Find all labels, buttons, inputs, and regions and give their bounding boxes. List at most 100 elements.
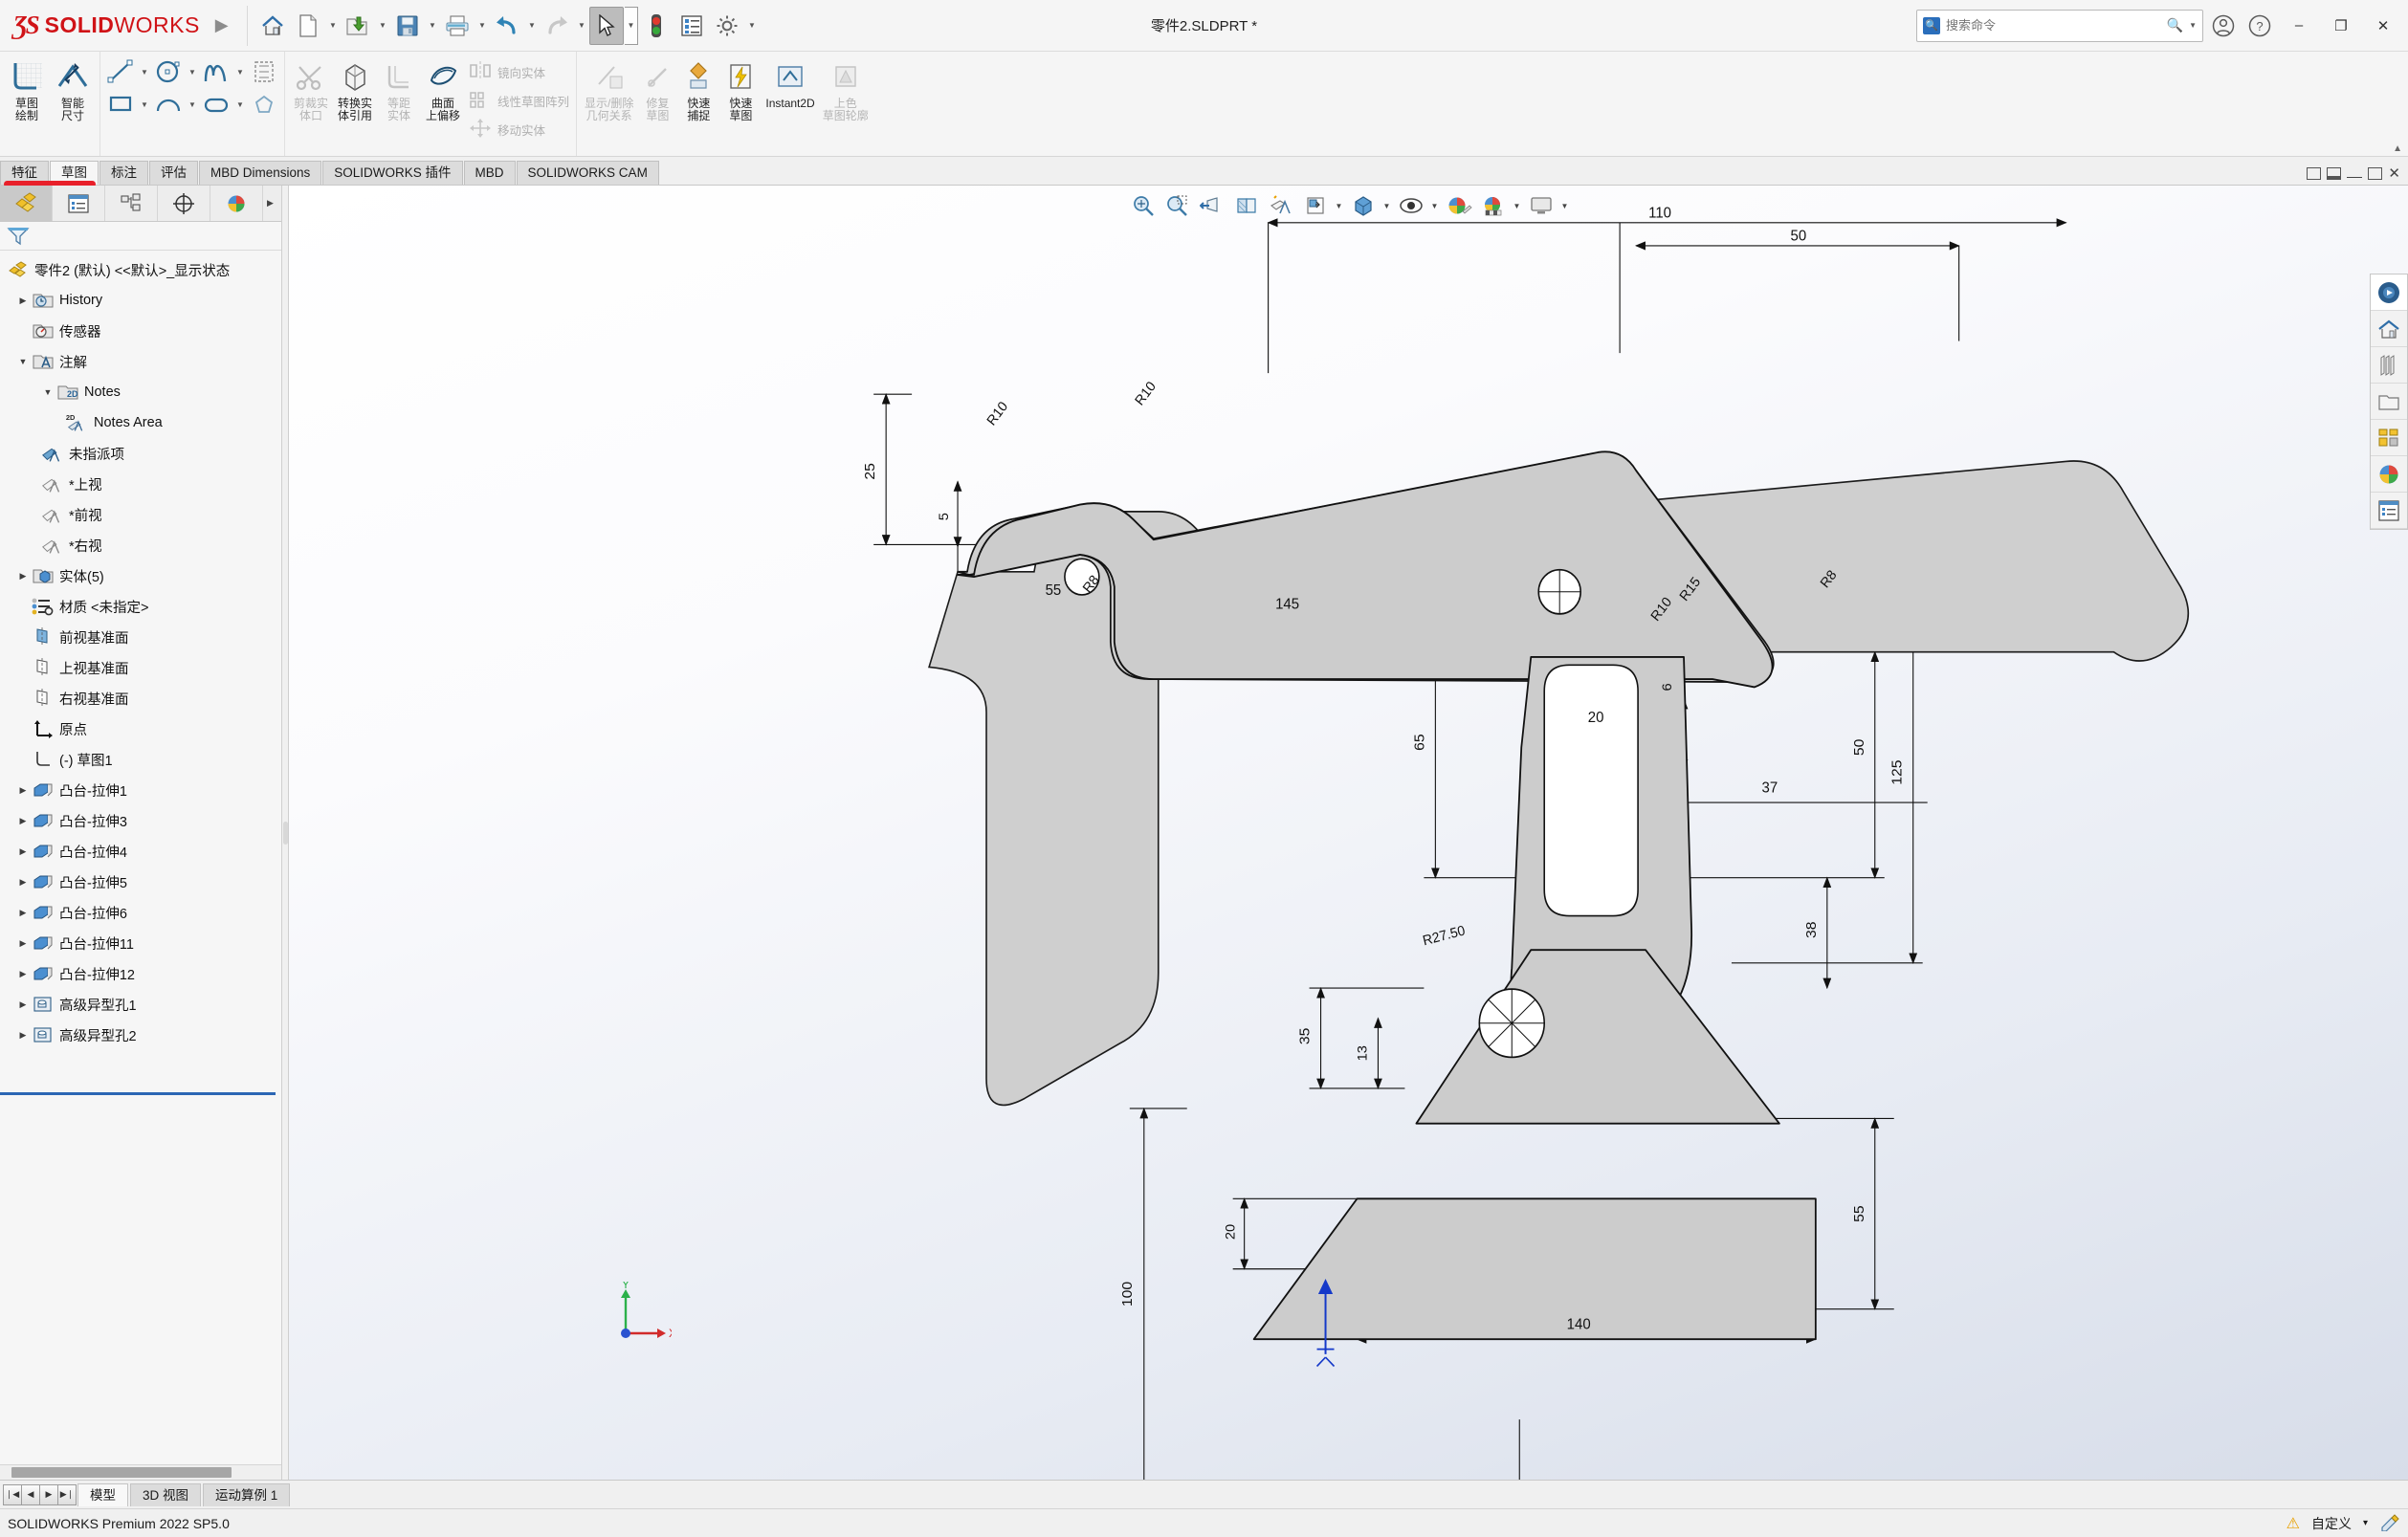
expander-icon[interactable]: ▶ xyxy=(15,938,31,949)
undo-icon[interactable] xyxy=(490,7,524,45)
expander-icon[interactable]: ▶ xyxy=(15,908,31,918)
spline-caret-icon[interactable]: ▼ xyxy=(234,68,246,77)
3d-experience-icon[interactable] xyxy=(2371,274,2407,311)
tab-mbd-dimensions[interactable]: MBD Dimensions xyxy=(199,161,322,185)
home-icon[interactable] xyxy=(255,7,290,45)
tree-item-front-view[interactable]: *前视 xyxy=(0,499,281,530)
offset-entities-command[interactable]: 等距 实体 xyxy=(377,55,421,124)
dimxpert-manager-tab[interactable] xyxy=(158,186,210,221)
configuration-manager-tab[interactable] xyxy=(105,186,158,221)
tab-mbd[interactable]: MBD xyxy=(463,161,516,185)
surface-offset-command[interactable]: 曲面 上偏移 xyxy=(421,55,465,124)
options-gear-icon[interactable] xyxy=(710,7,744,45)
tree-item-origin[interactable]: 原点 xyxy=(0,714,281,744)
maximize-window-button[interactable]: ❐ xyxy=(2322,10,2360,42)
expander-icon[interactable]: ▶ xyxy=(15,877,31,888)
tree-item-unassigned[interactable]: 未指派项 xyxy=(0,438,281,469)
expander-icon[interactable]: ▼ xyxy=(40,387,55,397)
file-properties-icon[interactable] xyxy=(674,7,709,45)
tree-item-top-view[interactable]: *上视 xyxy=(0,469,281,499)
close-doc-icon[interactable]: ✕ xyxy=(2388,165,2400,182)
trim-entities-command[interactable]: 剪裁实 体口 xyxy=(289,55,333,124)
rectangle-caret-icon[interactable]: ▼ xyxy=(139,100,150,109)
tree-item-part[interactable]: 零件2 (默认) <<默认>_显示状态 xyxy=(0,254,281,285)
tile-icon[interactable] xyxy=(2327,166,2342,180)
appearances-panel-icon[interactable] xyxy=(2371,456,2407,493)
line-icon[interactable] xyxy=(104,56,137,87)
tree-item-boss-extrude-3[interactable]: ▶ 凸台-拉伸3 xyxy=(0,805,281,836)
bottom-tab-motion-study[interactable]: 运动算例 1 xyxy=(203,1482,291,1506)
solidworks-logo[interactable]: ƷS SOLID WORKS ▶ xyxy=(0,11,239,40)
menu-expand-arrow-icon[interactable]: ▶ xyxy=(215,15,229,35)
bottom-tab-3d-views[interactable]: 3D 视图 xyxy=(130,1482,202,1506)
spline-icon[interactable] xyxy=(200,56,232,87)
tab-solidworks-addins[interactable]: SOLIDWORKS 插件 xyxy=(322,161,463,185)
redo-icon[interactable] xyxy=(540,7,574,45)
expander-icon[interactable]: ▶ xyxy=(15,785,31,796)
tree-item-boss-extrude-5[interactable]: ▶ 凸台-拉伸5 xyxy=(0,867,281,897)
tree-item-advanced-hole-2[interactable]: ▶ 高级异型孔2 xyxy=(0,1020,281,1050)
minimize-doc-icon[interactable] xyxy=(2347,168,2363,178)
polygon-icon[interactable] xyxy=(248,89,280,120)
tree-item-boss-extrude-11[interactable]: ▶ 凸台-拉伸11 xyxy=(0,928,281,958)
panel-more-caret-icon[interactable]: ▶ xyxy=(263,186,277,221)
expander-icon[interactable]: ▶ xyxy=(15,816,31,826)
linear-sketch-pattern-command[interactable]: 线性草图阵列 xyxy=(465,86,572,115)
tree-item-top-plane[interactable]: 上视基准面 xyxy=(0,652,281,683)
search-input[interactable] xyxy=(1946,18,2161,33)
open-caret-icon[interactable]: ▼ xyxy=(376,7,389,45)
edit-sketch-icon[interactable] xyxy=(2379,1512,2400,1534)
expander-icon[interactable]: ▶ xyxy=(15,1030,31,1041)
select-caret-icon[interactable]: ▼ xyxy=(625,6,638,45)
display-delete-relations-command[interactable]: 显示/删除 几何关系 xyxy=(581,55,637,124)
scrollbar-thumb[interactable] xyxy=(11,1467,232,1478)
tree-item-boss-extrude-4[interactable]: ▶ 凸台-拉伸4 xyxy=(0,836,281,867)
quick-snaps-command[interactable]: 快速 捕捉 xyxy=(677,55,719,124)
circle-caret-icon[interactable]: ▼ xyxy=(187,68,198,77)
panel-splitter[interactable] xyxy=(282,186,289,1480)
expander-icon[interactable]: ▶ xyxy=(15,296,31,306)
tree-item-right-view[interactable]: *右视 xyxy=(0,530,281,560)
custom-properties-panel-icon[interactable] xyxy=(2371,493,2407,529)
tree-item-history[interactable]: ▶ History xyxy=(0,285,281,316)
prev-tab-button[interactable]: ◀ xyxy=(21,1483,40,1505)
arc-caret-icon[interactable]: ▼ xyxy=(187,100,198,109)
rectangle-icon[interactable] xyxy=(104,89,137,120)
undo-caret-icon[interactable]: ▼ xyxy=(525,7,539,45)
save-caret-icon[interactable]: ▼ xyxy=(426,7,439,45)
first-tab-button[interactable]: ❘◀ xyxy=(3,1483,22,1505)
open-folder-icon[interactable] xyxy=(341,7,375,45)
tree-item-advanced-hole-1[interactable]: ▶ 高级异型孔1 xyxy=(0,989,281,1020)
expander-icon[interactable]: ▶ xyxy=(15,571,31,582)
slot-icon[interactable] xyxy=(200,89,232,120)
expander-icon[interactable]: ▶ xyxy=(15,999,31,1010)
print-caret-icon[interactable]: ▼ xyxy=(475,7,489,45)
tree-item-sketch1[interactable]: (-) 草图1 xyxy=(0,744,281,775)
new-document-caret-icon[interactable]: ▼ xyxy=(326,7,340,45)
repair-sketch-command[interactable]: 修复 草图 xyxy=(637,55,677,124)
search-icon[interactable]: 🔍 xyxy=(2167,17,2183,33)
graphics-area[interactable]: ▼ ▼ ▼ ▼ ▼ 110 50 25 5 R10 R10 R8 55 145 … xyxy=(289,186,2408,1480)
tree-item-material[interactable]: 材质 <未指定> xyxy=(0,591,281,622)
expander-icon[interactable]: ▶ xyxy=(15,846,31,857)
tree-item-boss-extrude-12[interactable]: ▶ 凸台-拉伸12 xyxy=(0,958,281,989)
collapse-ribbon-icon[interactable]: ▲ xyxy=(2393,143,2402,154)
tree-item-notes-folder[interactable]: ▼ 2D Notes xyxy=(0,377,281,407)
next-tab-button[interactable]: ▶ xyxy=(39,1483,58,1505)
tree-item-annotations[interactable]: ▼ 注解 xyxy=(0,346,281,377)
feature-tree-filter[interactable] xyxy=(0,222,281,251)
redo-caret-icon[interactable]: ▼ xyxy=(575,7,588,45)
display-manager-tab[interactable] xyxy=(210,186,263,221)
bottom-tab-model[interactable]: 模型 xyxy=(77,1482,128,1506)
line-caret-icon[interactable]: ▼ xyxy=(139,68,150,77)
smart-dimension-command[interactable]: 智能 尺寸 xyxy=(50,55,96,124)
tree-item-solid-bodies[interactable]: ▶ 实体(5) xyxy=(0,560,281,591)
circle-icon[interactable] xyxy=(152,56,185,87)
file-explorer-panel-icon[interactable] xyxy=(2371,384,2407,420)
expander-icon[interactable]: ▶ xyxy=(15,969,31,979)
feature-tree-scrollbar[interactable] xyxy=(0,1464,281,1480)
rapid-sketch-command[interactable]: 快速 草图 xyxy=(719,55,762,124)
restore-panel-icon[interactable] xyxy=(2307,166,2322,180)
view-palette-panel-icon[interactable] xyxy=(2371,420,2407,456)
save-icon[interactable] xyxy=(390,7,425,45)
